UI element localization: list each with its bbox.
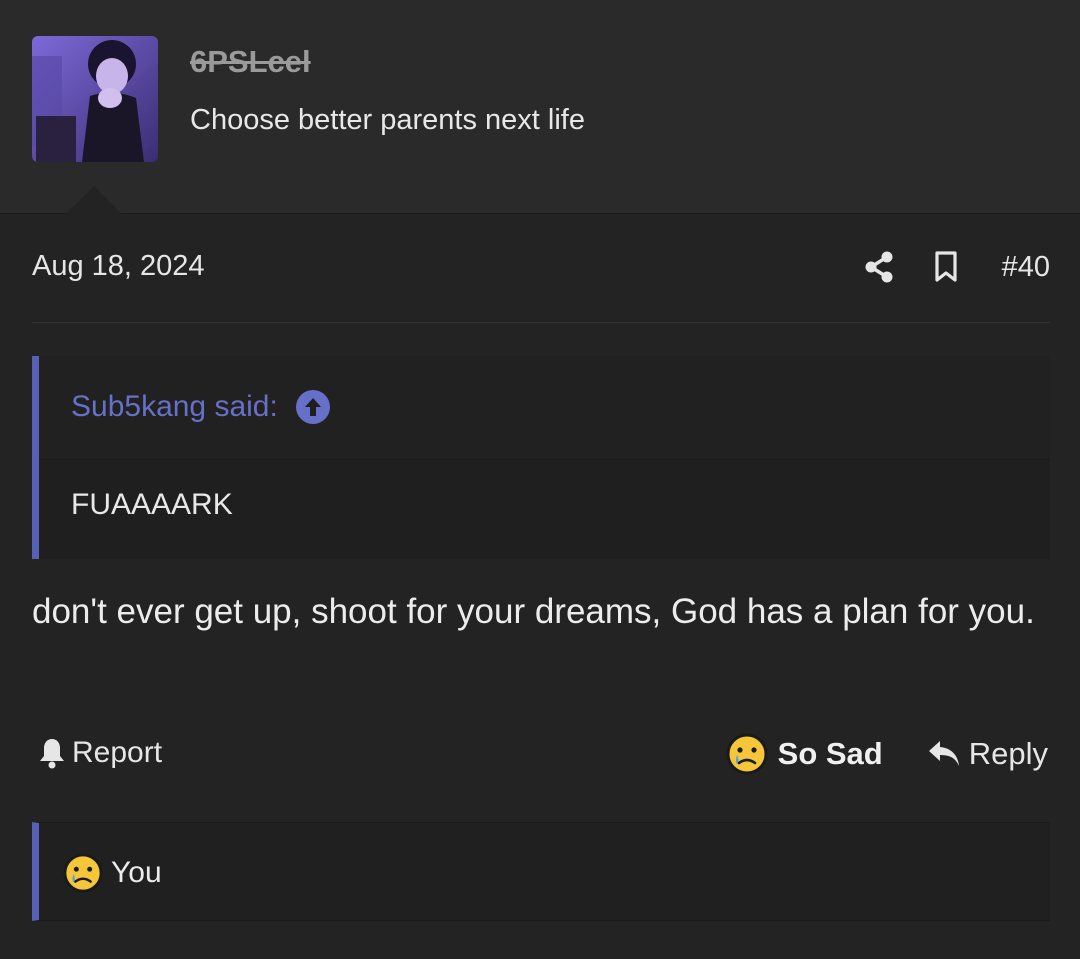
report-link[interactable]: Report <box>38 736 162 770</box>
post: 6PSLcel Choose better parents next life … <box>0 0 1080 959</box>
post-user-header: 6PSLcel Choose better parents next life <box>0 0 1080 214</box>
username[interactable]: 6PSLcel <box>190 44 311 80</box>
user-title: Choose better parents next life <box>190 104 585 136</box>
arrow-up-circle-icon[interactable] <box>295 390 330 424</box>
share-icon[interactable] <box>864 251 894 283</box>
header-notch <box>66 186 122 214</box>
quote-body: FUAAAARK <box>71 488 233 521</box>
post-actions-top: #40 <box>864 248 1050 286</box>
reactions-bar[interactable]: You <box>32 822 1050 921</box>
sad-face-icon <box>63 853 103 893</box>
reaction-label: So Sad <box>777 736 883 771</box>
quote-header: Sub5kang said: <box>39 356 1050 460</box>
bell-icon <box>38 737 66 769</box>
quote-author-label: Sub5kang said: <box>71 390 278 423</box>
avatar[interactable] <box>32 36 158 162</box>
reply-button[interactable]: Reply <box>927 736 1048 772</box>
divider <box>32 322 1050 323</box>
reactions-summary: You <box>111 856 162 889</box>
bookmark-icon[interactable] <box>934 251 958 283</box>
reply-label: Reply <box>968 736 1048 771</box>
quote-block: Sub5kang said: FUAAAARK <box>32 356 1050 559</box>
post-number-link[interactable]: #40 <box>1002 251 1050 284</box>
sad-face-icon <box>726 733 768 775</box>
post-footer-actions: So Sad Reply <box>726 732 1048 776</box>
post-date[interactable]: Aug 18, 2024 <box>32 250 205 283</box>
post-message: don't ever get up, shoot for your dreams… <box>32 592 1035 631</box>
reaction-button[interactable]: So Sad <box>726 733 883 775</box>
reply-icon <box>927 739 961 769</box>
quote-author-link[interactable]: Sub5kang said: <box>71 390 330 424</box>
report-label: Report <box>72 736 163 769</box>
